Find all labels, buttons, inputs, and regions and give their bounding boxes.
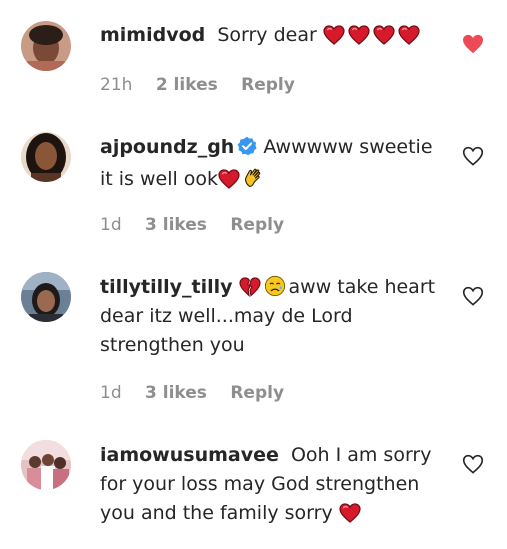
likes-count-button[interactable]: 2 likes [156, 75, 218, 95]
comment-username[interactable]: iamowusumavee [100, 444, 279, 466]
reply-button[interactable]: Reply [230, 215, 284, 235]
avatar[interactable] [21, 21, 71, 71]
heart-icon [218, 169, 240, 189]
comment-time: 21h [100, 75, 133, 95]
comment-time: 1d [100, 383, 122, 403]
likes-count-button[interactable]: 3 likes [145, 215, 207, 235]
reply-button[interactable]: Reply [241, 75, 295, 95]
comment-username[interactable]: ajpoundz_gh [100, 136, 234, 158]
broken-heart-icon [238, 277, 261, 297]
like-heart-icon[interactable] [462, 286, 484, 306]
comment-username[interactable]: mimidvod [100, 24, 205, 46]
comment-meta: 1d 3 likes Reply [100, 214, 302, 236]
comment-username[interactable]: tillytilly_tilly [100, 276, 233, 298]
avatar[interactable] [21, 272, 71, 322]
comment-meta: 21h 2 likes Reply [100, 74, 313, 96]
heart-icon [373, 25, 395, 45]
comment-time: 1d [100, 215, 122, 235]
heart-icon [398, 25, 420, 45]
heart-icon [339, 503, 361, 523]
sad-relieved-face-icon [264, 275, 286, 297]
comment-body: Sorry dear [217, 24, 317, 46]
like-heart-icon[interactable] [462, 146, 484, 166]
like-heart-icon[interactable] [462, 34, 484, 54]
comment-text: ajpoundz_gh Awwwww sweetie it is well ook [100, 133, 445, 194]
comment-text: tillytilly_tilly aww take heart dear itz … [100, 273, 445, 360]
clapping-hands-icon [243, 167, 265, 189]
verified-badge-icon [237, 136, 257, 165]
reply-button[interactable]: Reply [230, 383, 284, 403]
avatar[interactable] [21, 132, 71, 182]
comment-meta: 1d 3 likes Reply [100, 382, 302, 404]
avatar[interactable] [21, 440, 71, 490]
comment-text: mimidvod Sorry dear [100, 21, 445, 50]
like-heart-icon[interactable] [462, 454, 484, 474]
heart-icon [323, 25, 345, 45]
comment-text: iamowusumavee Ooh I am sorry for your lo… [100, 441, 445, 528]
likes-count-button[interactable]: 3 likes [145, 383, 207, 403]
heart-icon [348, 25, 370, 45]
